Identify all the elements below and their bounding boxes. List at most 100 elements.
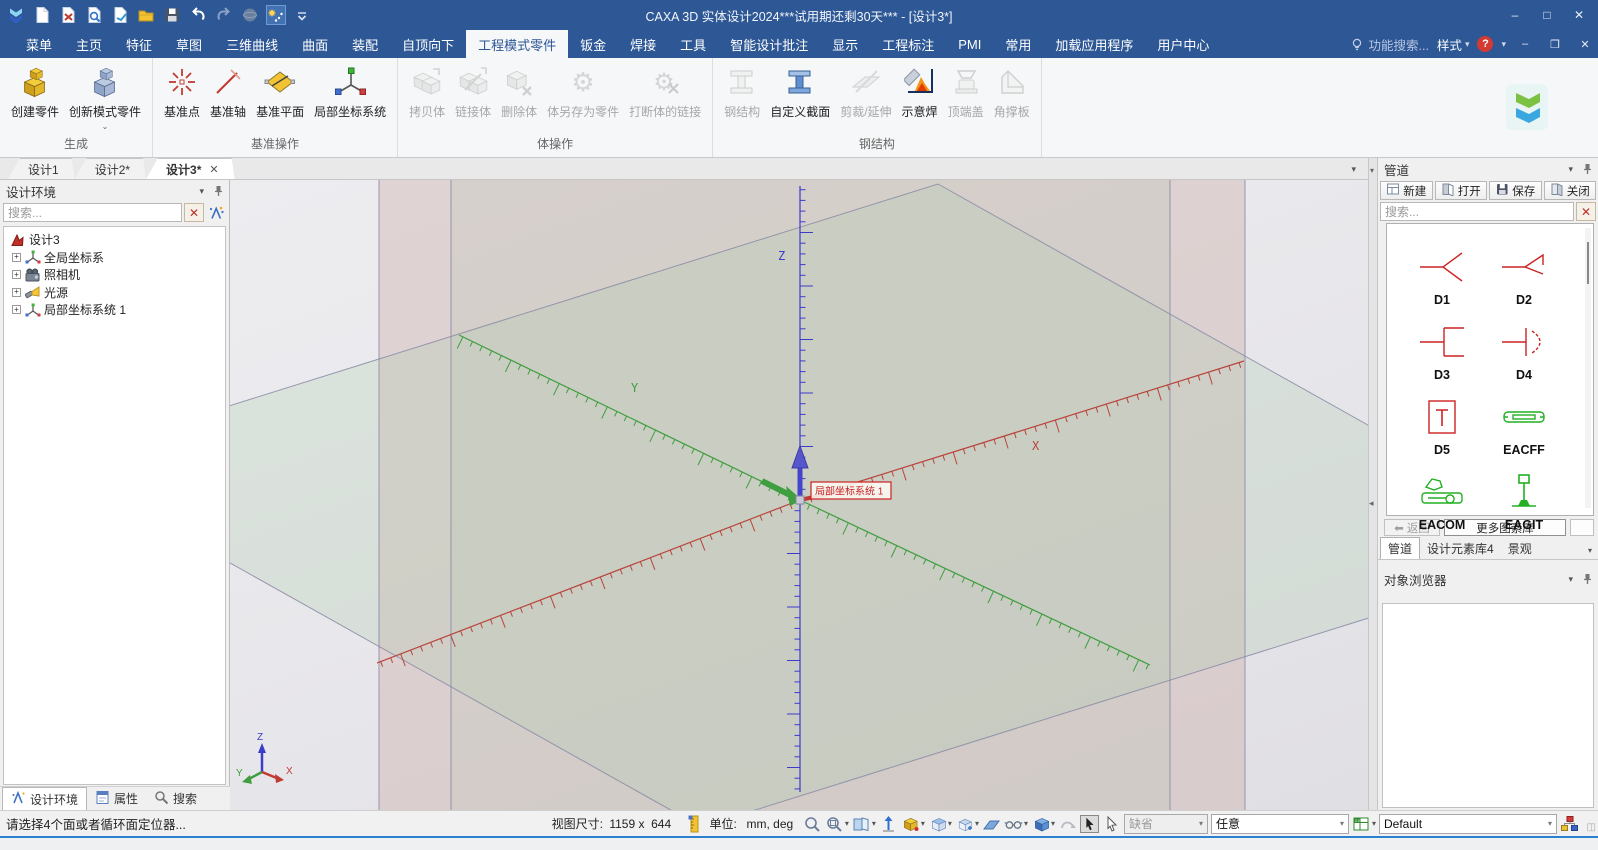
ribbon-button-示意焊[interactable]: 示意焊	[897, 65, 943, 120]
ribbon-tab-三维曲线[interactable]: 三维曲线	[214, 30, 290, 58]
catalog-tab-设计元素库4[interactable]: 设计元素库4	[1420, 538, 1501, 559]
ribbon-tab-特征[interactable]: 特征	[114, 30, 164, 58]
viewport-3d[interactable]: ZYX局部坐标系统 1ZYX	[230, 180, 1368, 810]
extra-button[interactable]	[1570, 519, 1594, 536]
table-green-icon[interactable]: 0.0	[1352, 815, 1371, 833]
ribbon-button-基准点[interactable]: 基准点	[159, 65, 205, 120]
library-item-D3[interactable]: D3	[1401, 307, 1483, 382]
material-box-icon[interactable]	[901, 815, 920, 833]
undo-icon[interactable]	[188, 5, 208, 25]
ribbon-tab-装配[interactable]: 装配	[340, 30, 390, 58]
ribbon-tab-加载应用程序[interactable]: 加载应用程序	[1043, 30, 1145, 58]
config-combo[interactable]: Default▾	[1379, 814, 1557, 834]
tree-expander-icon[interactable]: +	[12, 305, 21, 314]
catalog-button-打开[interactable]: 打开	[1435, 181, 1488, 200]
normal-align-icon[interactable]	[879, 815, 898, 833]
library-item-D4[interactable]: D4	[1483, 307, 1565, 382]
style-dropdown[interactable]: 样式 ▾	[1437, 35, 1470, 54]
ribbon-tab-工程标注[interactable]: 工程标注	[870, 30, 946, 58]
visualize-glasses-dropdown-icon[interactable]: ▾	[1024, 819, 1028, 828]
library-item-D5[interactable]: D5	[1401, 382, 1483, 457]
ribbon-tab-曲面[interactable]: 曲面	[290, 30, 340, 58]
ribbon-button-创建零件[interactable]: 创建零件	[6, 65, 64, 120]
new-file-icon[interactable]	[32, 5, 52, 25]
ribbon-button-局部坐标系统[interactable]: 局部坐标系统	[309, 65, 391, 120]
ribbon-tab-工具[interactable]: 工具	[668, 30, 718, 58]
multi-view-icon[interactable]	[852, 815, 871, 833]
spin-view-icon[interactable]	[240, 5, 260, 25]
ribbon-tab-PMI[interactable]: PMI	[946, 30, 993, 58]
document-tab-设计1[interactable]: 设计1	[8, 158, 75, 179]
catalog-tab-overflow-icon[interactable]: ▾	[1588, 546, 1592, 555]
catalog-dropdown-icon[interactable]: ▾	[1568, 164, 1573, 175]
ribbon-button-基准平面[interactable]: 基准平面	[251, 65, 309, 120]
material-box-dropdown-icon[interactable]: ▾	[921, 819, 925, 828]
library-item-EACFF[interactable]: EACFF	[1483, 382, 1565, 457]
search-doc-icon[interactable]	[84, 5, 104, 25]
catalog-button-保存[interactable]: 保存	[1489, 181, 1542, 200]
pin-icon[interactable]	[1583, 163, 1592, 175]
ribbon-tab-主页[interactable]: 主页	[64, 30, 114, 58]
ribbon-tab-焊接[interactable]: 焊接	[618, 30, 668, 58]
catalog-button-关闭[interactable]: 关闭	[1544, 181, 1597, 200]
clip-wedge-icon[interactable]	[982, 815, 1001, 833]
close-tab-icon[interactable]: ✕	[209, 163, 218, 176]
customize-caret-icon[interactable]	[292, 5, 312, 25]
sketch-highlight-icon[interactable]	[266, 5, 286, 25]
solid-cube-icon[interactable]	[1031, 815, 1050, 833]
visualize-glasses-icon[interactable]	[1004, 815, 1023, 833]
ribbon-button-自定义截面[interactable]: 自定义截面	[765, 65, 835, 120]
app-logo-icon[interactable]	[6, 5, 26, 25]
tree-expander-icon[interactable]: +	[12, 253, 21, 262]
tree-search-input[interactable]	[3, 203, 182, 222]
shade-cube-icon[interactable]	[928, 815, 947, 833]
zoom-window-dropdown-icon[interactable]: ▾	[845, 819, 849, 828]
help-caret[interactable]: ▾	[1501, 39, 1506, 50]
ribbon-tab-显示[interactable]: 显示	[820, 30, 870, 58]
doc-minimize-button[interactable]: –	[1514, 34, 1536, 54]
tree-item-设计3[interactable]: 设计3	[4, 231, 225, 249]
move-cube-icon[interactable]	[955, 815, 974, 833]
catalog-tab-管道[interactable]: 管道	[1380, 537, 1420, 559]
pin-icon[interactable]	[1583, 573, 1592, 585]
open-folder-icon[interactable]	[136, 5, 156, 25]
zoom-window-icon[interactable]	[825, 815, 844, 833]
ribbon-tab-钣金[interactable]: 钣金	[568, 30, 618, 58]
doc-tab-overflow-icon[interactable]: ▾	[1351, 164, 1356, 175]
catalog-tab-景观[interactable]: 景观	[1501, 538, 1539, 559]
minimize-button[interactable]: –	[1500, 3, 1530, 27]
doc-close-button[interactable]: ✕	[1574, 34, 1596, 54]
panel-splitter[interactable]: ▾ ◂	[1368, 158, 1378, 810]
dropdown-caret-icon[interactable]: ⌄	[102, 122, 109, 131]
object-browser-dropdown-icon[interactable]: ▾	[1568, 574, 1573, 585]
tree-colored-icon[interactable]	[1560, 815, 1579, 833]
catalog-search-input[interactable]	[1380, 202, 1574, 221]
tree-item-局部坐标系统 1[interactable]: +局部坐标系统 1	[4, 301, 225, 319]
panel-dropdown-icon[interactable]: ▾	[199, 186, 204, 197]
ribbon-tab-菜单[interactable]: 菜单	[14, 30, 64, 58]
ribbon-button-创新模式零件[interactable]: 创新模式零件⌄	[64, 65, 146, 131]
tree-item-照相机[interactable]: +照相机	[4, 266, 225, 284]
import-doc-icon[interactable]	[58, 5, 78, 25]
clear-search-button[interactable]: ✕	[184, 203, 204, 222]
repeat-disabled-icon[interactable]	[1058, 815, 1077, 833]
catalog-scrollbar[interactable]	[1585, 228, 1591, 508]
ribbon-tab-用户中心[interactable]: 用户中心	[1145, 30, 1221, 58]
catalog-clear-search-button[interactable]: ✕	[1576, 202, 1596, 221]
select-cursor-icon[interactable]	[1080, 815, 1099, 833]
export-doc-icon[interactable]	[110, 5, 130, 25]
table-dropdown-icon[interactable]: ▾	[1372, 819, 1376, 828]
tree-item-光源[interactable]: +光源	[4, 284, 225, 302]
save-file-icon[interactable]	[162, 5, 182, 25]
catalog-button-新建[interactable]: 新建	[1380, 181, 1433, 200]
ribbon-tab-草图[interactable]: 草图	[164, 30, 214, 58]
pin-icon[interactable]	[214, 185, 223, 197]
style-combo[interactable]: 任意▾	[1211, 814, 1349, 834]
ribbon-tab-工程模式零件[interactable]: 工程模式零件	[466, 30, 568, 58]
ribbon-tab-智能设计批注[interactable]: 智能设计批注	[718, 30, 820, 58]
zoom-icon[interactable]	[803, 815, 822, 833]
combo-caret-icon[interactable]: ▾	[1340, 819, 1344, 828]
close-button[interactable]: ✕	[1564, 3, 1594, 27]
library-item-D2[interactable]: D2	[1483, 232, 1565, 307]
pick-cursor-icon[interactable]	[1102, 815, 1121, 833]
